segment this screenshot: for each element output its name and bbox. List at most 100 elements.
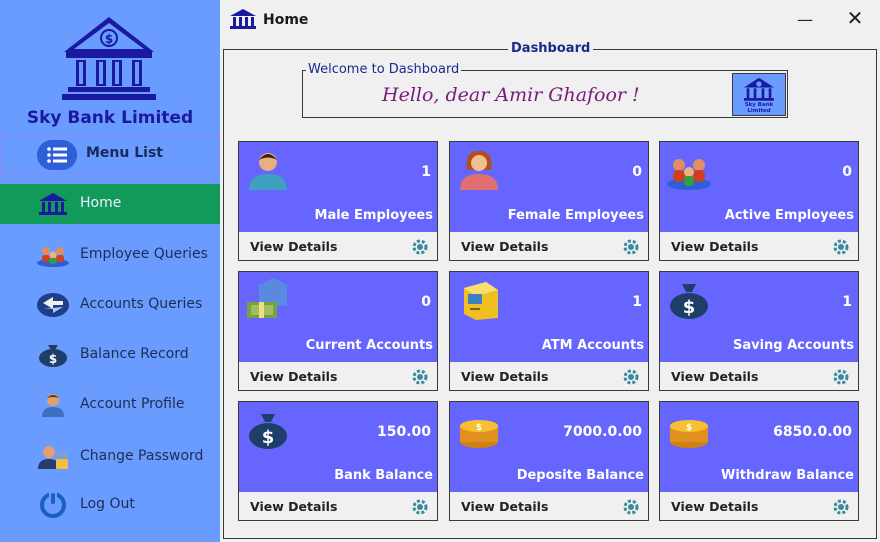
card-value: 7000.0.00: [563, 424, 642, 440]
employees-icon: [37, 247, 69, 267]
svg-text:$: $: [683, 297, 696, 318]
sidebar-item-employee-queries[interactable]: Employee Queries: [0, 235, 220, 275]
card-value: 0: [421, 294, 431, 310]
view-details-link[interactable]: View Details: [250, 239, 337, 254]
power-icon: [40, 492, 66, 518]
card-header: 0 Active Employees: [660, 142, 858, 232]
card-value: 1: [632, 294, 642, 310]
greeting-text: Hello, dear Amir Ghafoor !: [382, 84, 640, 106]
card-header: $ 6850.0.00 Withdraw Balance: [660, 402, 858, 492]
card-header: $ 7000.0.00 Deposite Balance: [450, 402, 648, 492]
gear-icon[interactable]: [409, 238, 431, 256]
card-header: 0 Female Employees: [450, 142, 648, 232]
card-withdraw-balance: $ 6850.0.00 Withdraw Balance View Detail…: [659, 401, 859, 521]
gear-icon[interactable]: [409, 498, 431, 516]
bank-name: Sky Bank Limited: [26, 108, 194, 128]
sidebar-item-label: Home: [80, 195, 122, 211]
card-value: 0: [842, 164, 852, 180]
sidebar-item-label: Change Password: [80, 448, 204, 464]
card-label: Deposite Balance: [516, 468, 644, 483]
dashboard-legend: Dashboard: [508, 41, 594, 56]
bank-cash-icon: [247, 278, 289, 318]
sidebar-item-label: Log Out: [80, 496, 135, 512]
svg-text:$: $: [686, 423, 692, 433]
mini-logo-text: Sky Bank Limited: [744, 102, 774, 114]
card-label: Saving Accounts: [732, 338, 854, 353]
gear-icon[interactable]: [620, 498, 642, 516]
sidebar-item-change-password[interactable]: Change Password: [0, 437, 220, 477]
bank-icon: [230, 9, 256, 29]
mini-bank-logo: Sky Bank Limited: [732, 73, 786, 116]
view-details-link[interactable]: View Details: [671, 239, 758, 254]
gear-icon[interactable]: [620, 238, 642, 256]
minimize-button[interactable]: —: [795, 10, 815, 30]
user-lock-icon: [38, 446, 68, 469]
atm-machine-icon: [464, 282, 498, 320]
money-bag-icon: $: [249, 414, 287, 449]
view-details-link[interactable]: View Details: [671, 499, 758, 514]
exchange-icon: [37, 293, 69, 317]
coins-icon: $: [670, 420, 708, 448]
svg-text:$: $: [105, 32, 113, 46]
card-header: 1 Male Employees: [239, 142, 437, 232]
card-header: 1 ATM Accounts: [450, 272, 648, 362]
bank-icon: [39, 193, 67, 215]
svg-text:$: $: [262, 427, 275, 448]
close-button[interactable]: ✕: [843, 6, 867, 30]
card-male-employees: 1 Male Employees View Details: [238, 141, 438, 261]
card-label: Active Employees: [724, 208, 854, 223]
card-current-accounts: 0 Current Accounts View Details: [238, 271, 438, 391]
bank-logo-icon: $: [62, 17, 156, 100]
employees-group-icon: [667, 159, 711, 190]
gear-icon[interactable]: [830, 238, 852, 256]
window-title: Home: [263, 12, 309, 28]
card-active-employees: 0 Active Employees View Details: [659, 141, 859, 261]
card-label: Withdraw Balance: [721, 468, 854, 483]
view-details-link[interactable]: View Details: [461, 499, 548, 514]
card-header: $ 150.00 Bank Balance: [239, 402, 437, 492]
money-bag-icon: $: [670, 284, 708, 319]
card-value: 6850.0.00: [773, 424, 852, 440]
svg-text:$: $: [476, 423, 482, 433]
card-label: Current Accounts: [305, 338, 433, 353]
gear-icon[interactable]: [830, 368, 852, 386]
menu-list-label: Menu List: [86, 145, 163, 161]
sidebar-item-label: Account Profile: [80, 396, 185, 412]
welcome-legend: Welcome to Dashboard: [306, 62, 462, 77]
card-female-employees: 0 Female Employees View Details: [449, 141, 649, 261]
sidebar-item-home[interactable]: Home: [0, 184, 220, 224]
card-header: 0 Current Accounts: [239, 272, 437, 362]
card-value: 150.00: [376, 424, 431, 440]
male-user-icon: [249, 153, 287, 190]
card-value: 0: [632, 164, 642, 180]
sidebar-item-account-profile[interactable]: Account Profile: [0, 385, 220, 425]
gear-icon[interactable]: [409, 368, 431, 386]
card-bank-balance: $ 150.00 Bank Balance View Details: [238, 401, 438, 521]
sidebar-item-label: Employee Queries: [80, 246, 208, 262]
card-saving-accounts: $ 1 Saving Accounts View Details: [659, 271, 859, 391]
view-details-link[interactable]: View Details: [671, 369, 758, 384]
card-label: Female Employees: [507, 208, 644, 223]
view-details-link[interactable]: View Details: [250, 499, 337, 514]
female-user-icon: [460, 150, 498, 190]
sidebar-item-accounts-queries[interactable]: Accounts Queries: [0, 285, 220, 325]
view-details-link[interactable]: View Details: [461, 369, 548, 384]
view-details-link[interactable]: View Details: [461, 239, 548, 254]
card-value: 1: [421, 164, 431, 180]
card-label: ATM Accounts: [541, 338, 644, 353]
view-details-link[interactable]: View Details: [250, 369, 337, 384]
gear-icon[interactable]: [620, 368, 642, 386]
svg-text:$: $: [49, 352, 57, 366]
sidebar-item-balance-record[interactable]: $ Balance Record: [0, 335, 220, 375]
card-header: $ 1 Saving Accounts: [660, 272, 858, 362]
user-icon: [42, 394, 64, 417]
sidebar-item-log-out[interactable]: Log Out: [0, 485, 220, 525]
gear-icon[interactable]: [830, 498, 852, 516]
sidebar: $ Sky Bank Limited Menu List Home Employ…: [0, 0, 220, 542]
list-icon: [37, 140, 77, 170]
sidebar-item-label: Accounts Queries: [80, 296, 203, 312]
card-value: 1: [842, 294, 852, 310]
card-atm-accounts: 1 ATM Accounts View Details: [449, 271, 649, 391]
coins-icon: $: [460, 420, 498, 448]
card-deposite-balance: $ 7000.0.00 Deposite Balance View Detail…: [449, 401, 649, 521]
